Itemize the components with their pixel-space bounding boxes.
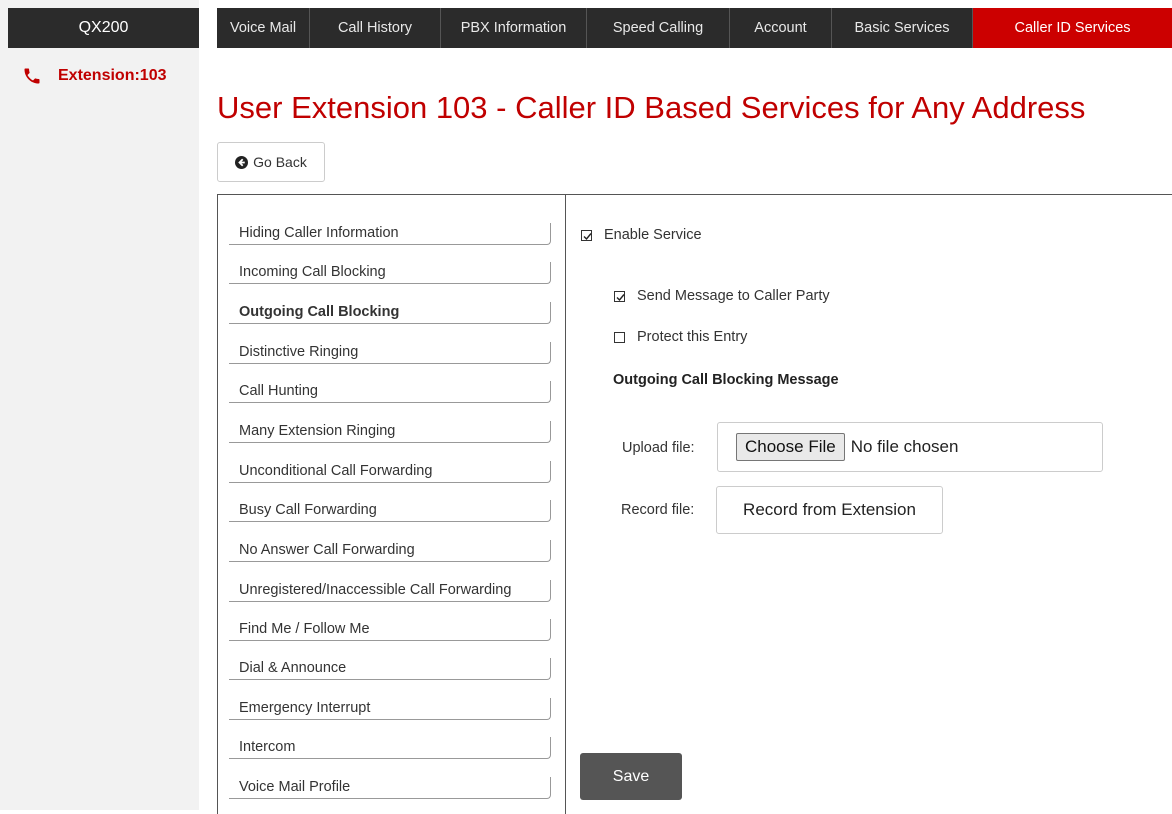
message-heading: Outgoing Call Blocking Message: [613, 372, 839, 388]
service-item-no-answer-call-forwarding[interactable]: No Answer Call Forwarding: [229, 540, 551, 562]
service-item-find-me-follow-me[interactable]: Find Me / Follow Me: [229, 619, 551, 641]
go-back-label: Go Back: [253, 154, 307, 170]
panel-divider: [565, 194, 566, 814]
tab-caller-id-services[interactable]: Caller ID Services: [973, 8, 1172, 48]
service-item-distinctive-ringing[interactable]: Distinctive Ringing: [229, 342, 551, 364]
send-message-checkbox[interactable]: Send Message to Caller Party: [614, 288, 830, 304]
enable-service-checkbox[interactable]: Enable Service: [581, 227, 702, 243]
tab-voice-mail[interactable]: Voice Mail: [217, 8, 310, 48]
service-item-intercom[interactable]: Intercom: [229, 737, 551, 759]
tab-basic-services[interactable]: Basic Services: [832, 8, 973, 48]
checkbox-unchecked-icon: [614, 331, 625, 343]
service-item-hiding-caller-information[interactable]: Hiding Caller Information: [229, 223, 551, 245]
phone-icon: [24, 68, 40, 84]
enable-service-label: Enable Service: [604, 227, 702, 243]
brand-logo[interactable]: QX200: [8, 8, 199, 48]
record-from-extension-button[interactable]: Record from Extension: [716, 486, 943, 534]
tab-call-history[interactable]: Call History: [310, 8, 441, 48]
extension-label: Extension:103: [58, 67, 167, 84]
extension-indicator: Extension:103: [22, 66, 166, 86]
tab-speed-calling[interactable]: Speed Calling: [587, 8, 730, 48]
tab-pbx-information[interactable]: PBX Information: [441, 8, 587, 48]
tab-account[interactable]: Account: [730, 8, 832, 48]
service-item-emergency-interrupt[interactable]: Emergency Interrupt: [229, 698, 551, 720]
page-title: User Extension 103 - Caller ID Based Ser…: [217, 90, 1086, 125]
checkbox-checked-icon: [581, 229, 592, 241]
sidebar: [0, 0, 199, 810]
service-item-unconditional-call-forwarding[interactable]: Unconditional Call Forwarding: [229, 461, 551, 483]
service-item-dial-announce[interactable]: Dial & Announce: [229, 658, 551, 680]
checkbox-checked-icon: [614, 290, 625, 302]
service-item-unregistered-call-forwarding[interactable]: Unregistered/Inaccessible Call Forwardin…: [229, 580, 551, 602]
upload-file-label: Upload file:: [622, 440, 695, 456]
service-item-voice-mail-profile[interactable]: Voice Mail Profile: [229, 777, 551, 799]
choose-file-button[interactable]: Choose File: [736, 433, 845, 461]
service-item-call-hunting[interactable]: Call Hunting: [229, 381, 551, 403]
protect-entry-label: Protect this Entry: [637, 329, 748, 345]
service-item-outgoing-call-blocking[interactable]: Outgoing Call Blocking: [229, 302, 551, 324]
service-item-incoming-call-blocking[interactable]: Incoming Call Blocking: [229, 262, 551, 284]
no-file-status: No file chosen: [850, 437, 959, 456]
send-message-label: Send Message to Caller Party: [637, 288, 830, 304]
upload-file-input[interactable]: Choose File No file chosen: [717, 422, 1103, 472]
go-back-button[interactable]: Go Back: [217, 142, 325, 182]
record-file-label: Record file:: [621, 502, 695, 518]
top-nav: Voice Mail Call History PBX Information …: [217, 8, 1172, 48]
save-button[interactable]: Save: [580, 753, 682, 800]
service-item-many-extension-ringing[interactable]: Many Extension Ringing: [229, 421, 551, 443]
circle-arrow-left-icon: [235, 155, 249, 169]
service-item-busy-call-forwarding[interactable]: Busy Call Forwarding: [229, 500, 551, 522]
protect-entry-checkbox[interactable]: Protect this Entry: [614, 329, 747, 345]
